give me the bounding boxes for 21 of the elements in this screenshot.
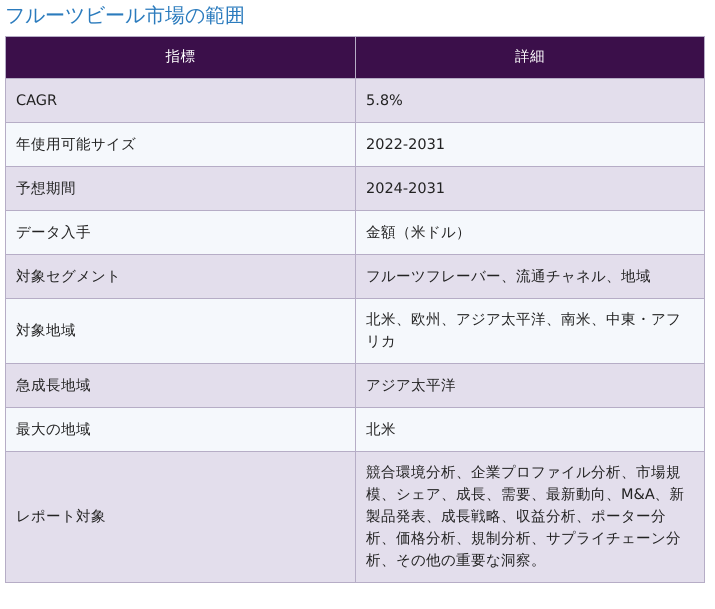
table-cell: 金額（米ドル） <box>356 210 704 254</box>
table-cell: 2022-2031 <box>356 122 704 166</box>
table-cell: 競合環境分析、企業プロファイル分析、市場規模、シェア、成長、需要、最新動向、M&A、新製品発表、成長戦略、収益分析、ポーター分析、価格分析、規制分析、サプライチェーン分析、その他の重要な洞察。 <box>356 452 704 582</box>
table-cell: 2024-2031 <box>356 166 704 210</box>
table-cell: レポート対象 <box>6 452 356 582</box>
table-cell: 年使用可能サイズ <box>6 122 356 166</box>
page-title: フルーツビール市場の範囲 <box>5 2 246 29</box>
table-cell: CAGR <box>6 78 356 122</box>
table-cell: データ入手 <box>6 210 356 254</box>
table-cell: 5.8% <box>356 78 704 122</box>
table-cell: フルーツフレーバー、流通チャネル、地域 <box>356 254 704 298</box>
table-cell: アジア太平洋 <box>356 364 704 408</box>
table-cell: 急成長地域 <box>6 364 356 408</box>
table-cell: 最大の地域 <box>6 408 356 452</box>
table-cell: 予想期間 <box>6 166 356 210</box>
table-cell: 北米 <box>356 408 704 452</box>
table-cell: 対象セグメント <box>6 254 356 298</box>
table-cell: 北米、欧州、アジア太平洋、南米、中東・アフリカ <box>356 298 704 364</box>
table-cell: 対象地域 <box>6 298 356 364</box>
column-header: 指標 <box>6 36 356 78</box>
column-header: 詳細 <box>356 36 704 78</box>
